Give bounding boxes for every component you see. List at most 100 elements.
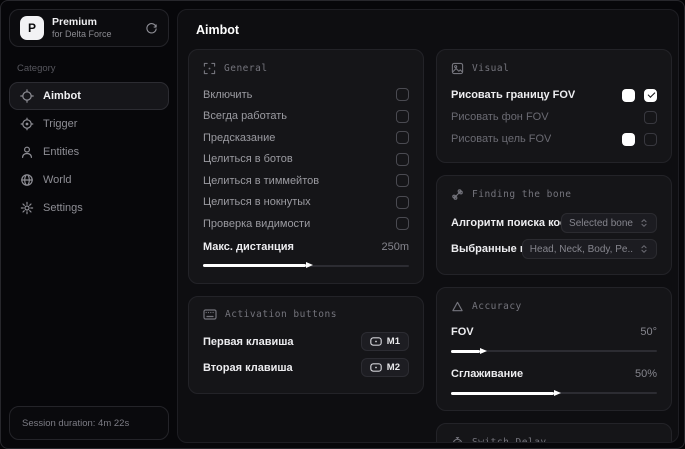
switch-delay-panel: Switch Delay Задержка переключения Задер… [436,423,672,443]
keybind-label: Первая клавиша [203,335,294,348]
fov-setting: FOV 50° [451,322,657,356]
select-value: Head, Neck, Body, Pe.. [529,243,633,255]
panel-title: Visual [472,63,510,74]
sidebar-item-world[interactable]: World [9,166,169,194]
setting-label: Целиться в нокнутых [203,196,311,209]
visual-label: Рисовать границу FOV [451,89,576,101]
visual-row: Рисовать цель FOV [451,128,657,150]
sync-icon[interactable] [145,22,158,35]
setting-row: Включить [203,84,409,106]
stopwatch-icon [452,437,463,442]
page-title: Aimbot [196,23,240,37]
setting-label: Целиться в тиммейтов [203,174,320,187]
slider-value: 50% [634,368,657,380]
scan-icon [203,62,216,75]
sidebar-item-label: Entities [43,146,80,158]
slider-label: Сглаживание [451,368,524,380]
smoothing-slider[interactable] [451,388,657,398]
setting-row: Предсказание [203,127,409,149]
fov-border-color-swatch[interactable] [622,88,635,102]
slider-thumb[interactable] [479,347,487,354]
visual-row: Рисовать границу FOV [451,84,657,106]
bone-algorithm-select[interactable]: Selected bone [561,213,657,233]
setting-label: Включить [203,88,253,101]
first-key-button[interactable]: M1 [360,332,409,351]
gear-icon [20,201,34,215]
setting-row: Целиться в ботов [203,149,409,171]
keybind-label: Вторая клавиша [203,361,293,374]
setting-label: Целиться в ботов [203,153,293,166]
image-icon [451,62,464,75]
session-duration: Session duration: 4m 22s [9,406,169,440]
setting-label: Проверка видимости [203,217,311,230]
sidebar-item-label: Settings [43,202,83,214]
draw-fov-target-checkbox[interactable] [644,132,657,146]
slider-thumb[interactable] [554,389,561,396]
category-label: Category [17,63,56,74]
bone-algorithm-label: Алгоритм поиска костей [451,217,561,229]
sidebar: P Premium for Delta Force Category Aimbo… [1,1,177,448]
sidebar-item-label: Aimbot [43,90,81,102]
main-content: Aimbot General Включить Всегда работать [177,9,679,443]
visual-panel: Visual Рисовать границу FOV Рисовать фон… [436,49,672,163]
session-duration-text: Session duration: 4m 22s [22,417,130,429]
finding-bone-panel: Finding the bone Алгоритм поиска костей … [436,175,672,275]
target-icon [20,117,34,131]
slider-thumb[interactable] [306,262,313,268]
target-knocked-checkbox[interactable] [396,195,409,209]
target-teammates-checkbox[interactable] [396,174,409,188]
sidebar-item-trigger[interactable]: Trigger [9,110,169,138]
person-icon [22,146,32,158]
visual-row: Рисовать фон FOV [451,106,657,128]
sidebar-item-aimbot[interactable]: Aimbot [9,82,169,110]
draw-fov-background-checkbox[interactable] [644,110,657,124]
fov-target-color-swatch[interactable] [622,132,635,146]
activation-buttons-panel: Activation buttons Первая клавиша M1 Вто… [188,295,424,394]
keybind-row: Первая клавиша M1 [203,329,409,355]
panel-title: Switch Delay [472,437,547,443]
triangle-icon [452,301,463,312]
sidebar-item-label: World [43,174,72,186]
brand-title: Premium [52,15,97,28]
visibility-check-checkbox[interactable] [396,217,409,231]
bone-row: Алгоритм поиска костей Selected bone [451,210,657,236]
second-key-button[interactable]: M2 [360,358,409,377]
brand-card: P Premium for Delta Force [9,9,169,47]
prediction-checkbox[interactable] [396,131,409,145]
selected-bones-label: Выбранные кости [451,243,522,255]
panel-title: Activation buttons [225,308,337,320]
max-distance-setting: Макс. дистанция 250m [203,237,409,271]
accuracy-panel: Accuracy FOV 50° Сглаживание 50% [436,287,672,411]
sidebar-nav: Aimbot Trigger Entities World Settings [9,82,169,222]
unfold-icon [641,219,647,227]
select-value: Selected bone [569,217,633,229]
slider-label: Макс. дистанция [203,240,294,253]
mouse-icon [369,337,382,346]
selected-bones-select[interactable]: Head, Neck, Body, Pe.. [521,239,657,259]
sidebar-item-entities[interactable]: Entities [9,138,169,166]
general-panel: General Включить Всегда работать Предска… [188,49,424,284]
fov-slider[interactable] [451,346,657,356]
slider-label: FOV [451,326,474,338]
setting-label: Всегда работать [203,110,288,123]
draw-fov-border-checkbox[interactable] [644,88,657,102]
enable-checkbox[interactable] [396,88,409,102]
brand-logo: P [20,16,44,40]
always-work-checkbox[interactable] [396,109,409,123]
keybind-value: M1 [386,336,400,347]
setting-row: Целиться в нокнутых [203,192,409,214]
setting-row: Целиться в тиммейтов [203,170,409,192]
bone-icon [452,189,463,200]
keybind-value: M2 [386,362,400,373]
keybind-row: Вторая клавиша M2 [203,355,409,381]
setting-label: Предсказание [203,131,276,144]
panel-title: Finding the bone [472,189,572,200]
visual-label: Рисовать цель FOV [451,133,552,145]
sidebar-item-label: Trigger [43,118,78,130]
max-distance-slider[interactable] [203,261,409,271]
sidebar-item-settings[interactable]: Settings [9,194,169,222]
target-bots-checkbox[interactable] [396,152,409,166]
app-window: P Premium for Delta Force Category Aimbo… [0,0,685,449]
panel-title: Accuracy [472,301,522,312]
smoothing-setting: Сглаживание 50% [451,364,657,398]
